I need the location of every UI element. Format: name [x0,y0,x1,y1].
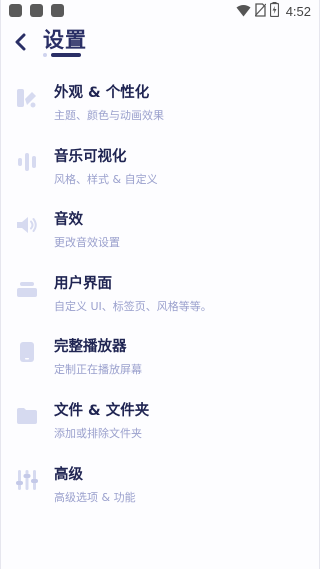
clock-time: 4:52 [285,3,311,19]
status-bar: 4:52 [1,0,319,22]
app-icon [9,4,22,17]
layout-icon [14,276,40,302]
settings-item-full-player[interactable]: 完整播放器 定制正在播放屏幕 [1,321,319,385]
back-button[interactable] [9,32,33,56]
settings-item-subtitle: 添加或排除文件夹 [54,426,142,440]
settings-item-subtitle: 主题、颜色与动画效果 [54,109,164,122]
visualizer-bars-icon [14,149,40,175]
settings-item-visualizer[interactable]: 音乐可视化 风格、样式 & 自定义 [1,131,319,195]
phone-icon [14,339,40,365]
settings-list: 外观 & 个性化 主题、颜色与动画效果 音乐可视化 风格、样式 & 自定义 音效… [1,67,319,512]
app-icon [51,4,64,17]
settings-item-title: 文件 & 文件夹 [54,402,150,419]
page-title: 设置 [43,28,87,52]
title-underline [43,53,81,57]
speaker-icon [14,212,40,238]
settings-item-subtitle: 更改音效设置 [54,236,120,250]
settings-item-title: 用户界面 [54,275,112,292]
settings-item-subtitle: 风格、样式 & 自定义 [54,172,158,186]
settings-item-title: 音乐可视化 [54,148,127,165]
settings-item-title: 高级 [54,466,83,483]
settings-item-subtitle: 定制正在播放屏幕 [54,363,142,377]
settings-item-title: 外观 & 个性化 [54,85,150,101]
settings-item-subtitle: 高级选项 & 功能 [54,490,136,504]
no-sim-icon [254,2,267,21]
folder-icon [14,403,40,429]
settings-screen: 4:52 设置 外观 & 个性化 主题、颜色与动画效果 音乐可视化 风格、样式 … [0,0,320,569]
settings-item-title: 完整播放器 [54,339,127,356]
settings-item-subtitle: 自定义 UI、标签页、风格等等。 [54,299,212,313]
app-icon [30,4,43,17]
wifi-icon [236,2,251,21]
settings-item-user-interface[interactable]: 用户界面 自定义 UI、标签页、风格等等。 [1,258,319,322]
sliders-icon [14,467,40,493]
battery-charging-icon [269,1,279,21]
palette-icon [14,85,40,111]
settings-item-advanced[interactable]: 高级 高级选项 & 功能 [1,449,319,513]
settings-item-sound-effects[interactable]: 音效 更改音效设置 [1,194,319,258]
settings-item-appearance[interactable]: 外观 & 个性化 主题、颜色与动画效果 [1,67,319,131]
settings-item-title: 音效 [54,212,83,229]
settings-item-files-folders[interactable]: 文件 & 文件夹 添加或排除文件夹 [1,385,319,449]
chevron-left-icon [14,33,28,55]
